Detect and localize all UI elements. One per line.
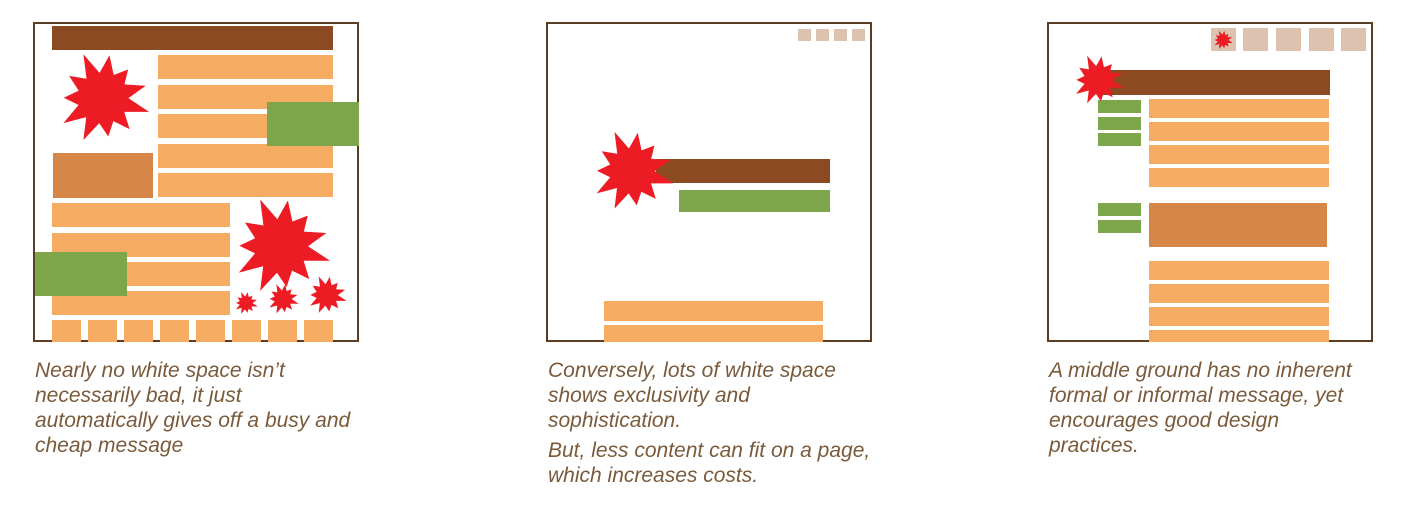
text-line <box>604 325 823 342</box>
starburst-icon <box>307 275 347 315</box>
footer-cell <box>196 320 225 342</box>
green-block <box>35 252 127 296</box>
sparse-caption-primary: Conversely, lots of white space shows ex… <box>548 359 836 432</box>
balanced-layout-panel <box>1047 22 1373 342</box>
sparse-caption-secondary: But, less content can fit on a page, whi… <box>548 439 871 487</box>
nav-item <box>852 29 865 41</box>
green-block <box>679 190 830 212</box>
starburst-icon <box>1213 30 1233 50</box>
busy-layout-panel <box>33 22 359 342</box>
text-line <box>1149 261 1329 280</box>
starburst-polygon <box>596 131 674 209</box>
nav-item <box>1341 28 1366 51</box>
green-block <box>267 102 359 146</box>
image-block <box>53 153 153 198</box>
header-bar <box>1102 70 1330 95</box>
starburst-icon <box>267 283 299 315</box>
sidebar-item <box>1098 117 1141 130</box>
sidebar-item <box>1098 203 1141 216</box>
text-line <box>604 301 823 321</box>
image-block <box>1149 203 1327 247</box>
busy-caption: Nearly no white space isn’t necessarily … <box>35 359 351 457</box>
footer-cell <box>160 320 189 342</box>
starburst-polygon <box>63 54 150 141</box>
footer-cell <box>52 320 81 342</box>
text-line <box>1149 284 1329 303</box>
nav-item <box>1243 28 1268 51</box>
sidebar-item <box>1098 220 1141 233</box>
starburst-polygon <box>269 284 299 314</box>
starburst-icon <box>56 51 150 145</box>
sparse-layout-panel <box>546 22 872 342</box>
sidebar-item <box>1098 133 1141 146</box>
starburst-shape <box>235 291 258 314</box>
starburst-icon <box>590 129 674 213</box>
text-line <box>158 144 333 168</box>
text-line <box>1149 99 1329 118</box>
text-line <box>158 55 333 79</box>
starburst-polygon <box>235 291 258 314</box>
header-bar <box>52 26 333 50</box>
text-line <box>52 203 230 227</box>
starburst-icon <box>1072 54 1124 106</box>
footer-cell <box>304 320 333 342</box>
starburst-shape <box>269 284 299 314</box>
starburst-polygon <box>310 276 347 313</box>
starburst-shape <box>63 54 150 141</box>
footer-cell <box>232 320 261 342</box>
text-line <box>1149 168 1329 187</box>
header-bar <box>656 159 830 183</box>
nav-item <box>816 29 829 41</box>
nav-item <box>1276 28 1301 51</box>
text-line <box>1149 122 1329 141</box>
starburst-shape <box>596 131 674 209</box>
footer-cell <box>124 320 153 342</box>
footer-cell <box>268 320 297 342</box>
balanced-caption: A middle ground has no inherent formal o… <box>1049 359 1352 457</box>
starburst-polygon <box>1214 30 1233 49</box>
starburst-polygon <box>1076 55 1124 104</box>
starburst-shape <box>310 276 347 313</box>
text-line <box>1149 307 1329 326</box>
starburst-shape <box>1214 30 1233 49</box>
starburst-icon <box>234 291 258 315</box>
nav-item <box>798 29 811 41</box>
text-line <box>1149 330 1329 342</box>
text-line <box>1149 145 1329 164</box>
text-line <box>158 173 333 197</box>
nav-item <box>1309 28 1334 51</box>
nav-item <box>834 29 847 41</box>
footer-cell <box>88 320 117 342</box>
starburst-shape <box>1076 55 1124 104</box>
